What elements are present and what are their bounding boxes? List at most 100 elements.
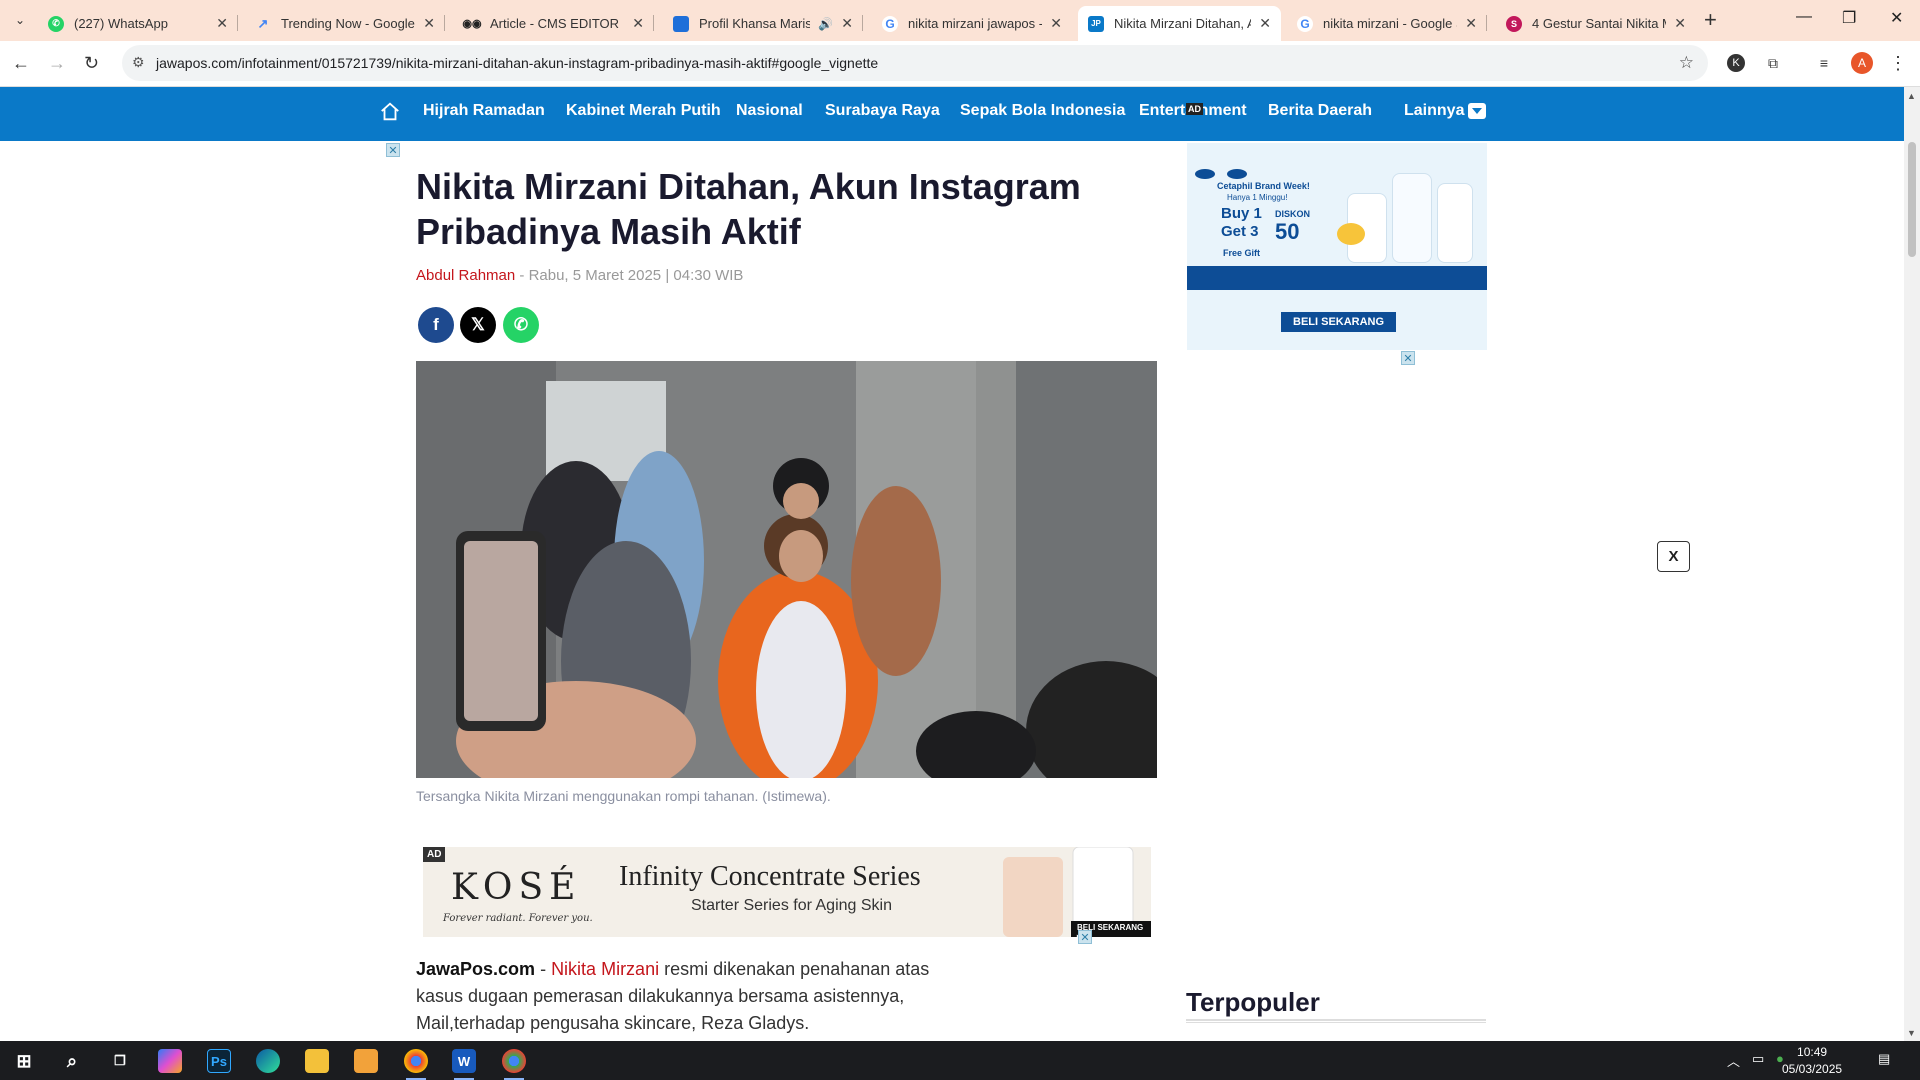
page-viewport: Hijrah Ramadan Kabinet Merah Putih Nasio…	[0, 87, 1904, 1041]
app-icon[interactable]	[354, 1049, 378, 1073]
close-tab-icon[interactable]: ✕	[841, 15, 853, 32]
nav-item-lainnya[interactable]: Lainnya	[1404, 102, 1464, 120]
nav-item-hijrah-ramadan[interactable]: Hijrah Ramadan	[423, 102, 545, 120]
article-title: Nikita Mirzani Ditahan, Akun Instagram P…	[416, 166, 1081, 252]
extension-k-icon[interactable]: K	[1727, 54, 1745, 72]
kebab-menu-icon[interactable]: ⋮	[1887, 52, 1909, 74]
nav-item-sepak-bola[interactable]: Sepak Bola Indonesia	[960, 102, 1125, 120]
jawapos-icon: JP	[1088, 15, 1104, 32]
tab-title: (227) WhatsApp	[74, 16, 168, 31]
tab-cms-editor[interactable]: ◉◉ Article - CMS EDITOR ✕	[454, 6, 654, 41]
ad-badges-bar	[1187, 266, 1487, 290]
scroll-down-icon[interactable]: ▼	[1907, 1028, 1916, 1038]
address-bar[interactable]: ⚙ jawapos.com/infotainment/015721739/nik…	[122, 45, 1708, 81]
speaker-icon[interactable]: 🔊	[818, 17, 833, 31]
url-text[interactable]: jawapos.com/infotainment/015721739/nikit…	[156, 55, 878, 71]
tab-separator	[653, 15, 654, 31]
extensions-puzzle-icon[interactable]: ⧉	[1762, 52, 1784, 74]
system-clock[interactable]: 10:49 05/03/2025	[1782, 1044, 1842, 1078]
ad-close-icon[interactable]: ✕	[1401, 351, 1415, 365]
chrome-profile-icon[interactable]	[502, 1049, 526, 1080]
tab-title: nikita mirzani jawapos - Google Search	[908, 16, 1042, 31]
edge-icon[interactable]	[256, 1049, 280, 1073]
kose-tagline: Forever radiant. Forever you.	[443, 913, 593, 924]
site-info-icon[interactable]: ⚙	[132, 54, 145, 71]
forward-icon[interactable]: →	[48, 53, 66, 73]
new-tab-button[interactable]: +	[1704, 9, 1717, 31]
network-icon[interactable]: ▭	[1752, 1051, 1764, 1067]
tray-chevron-icon[interactable]: ︿	[1727, 1051, 1740, 1070]
tab-gestur-santai[interactable]: S 4 Gestur Santai Nikita Mirzani ✕	[1496, 6, 1696, 41]
home-icon[interactable]	[379, 101, 401, 123]
tag-link-nikita-mirzani[interactable]: Nikita Mirzani	[551, 959, 659, 979]
floating-close-button[interactable]: X	[1657, 541, 1690, 572]
tab-google-search-2[interactable]: G nikita mirzani - Google Search ✕	[1287, 6, 1487, 41]
ad-headline: Infinity Concentrate Series	[619, 861, 921, 892]
ad-close-icon[interactable]: ✕	[386, 143, 400, 157]
tab-title: nikita mirzani - Google Search	[1323, 16, 1457, 31]
tab-profil-khansa[interactable]: Profil Khansa Mariska 🔊 ✕	[663, 6, 863, 41]
share-facebook-button[interactable]: f	[418, 307, 454, 343]
close-tab-icon[interactable]: ✕	[216, 15, 228, 32]
file-explorer-icon[interactable]	[305, 1049, 329, 1073]
close-tab-icon[interactable]: ✕	[632, 15, 644, 32]
close-tab-icon[interactable]: ✕	[423, 15, 435, 32]
media-control-icon[interactable]: ≡	[1813, 52, 1835, 74]
article-icon	[673, 15, 689, 32]
back-icon[interactable]: ←	[12, 53, 30, 73]
reload-icon[interactable]: ↻	[84, 53, 99, 73]
close-tab-icon[interactable]: ✕	[1050, 15, 1062, 32]
clock-time: 10:49	[1797, 1045, 1828, 1059]
tab-google-search-1[interactable]: G nikita mirzani jawapos - Google Search…	[872, 6, 1072, 41]
heading-divider	[1186, 1019, 1486, 1023]
tab-title: Nikita Mirzani Ditahan, Akun Instagram P…	[1114, 16, 1251, 31]
tab-google-trends[interactable]: ↗ Trending Now - Google Trends ✕	[245, 6, 445, 41]
close-tab-icon[interactable]: ✕	[1259, 15, 1271, 32]
tab-jawapos-active[interactable]: JP Nikita Mirzani Ditahan, Akun Instagra…	[1078, 6, 1281, 41]
tab-separator	[862, 15, 863, 31]
whatsapp-icon: ✆	[48, 15, 64, 32]
ad-badge: AD	[423, 847, 446, 862]
scrollbar-thumb[interactable]	[1908, 142, 1916, 257]
photoshop-icon[interactable]: Ps	[207, 1049, 231, 1073]
close-tab-icon[interactable]: ✕	[1465, 15, 1477, 32]
kose-logo: KOSÉ	[451, 867, 582, 908]
word-icon[interactable]: W	[452, 1049, 476, 1080]
nav-item-kabinet-merah-putih[interactable]: Kabinet Merah Putih	[566, 102, 721, 120]
close-tab-icon[interactable]: ✕	[1674, 15, 1686, 32]
cetaphil-ad-banner[interactable]: Cetaphil Brand Week! Hanya 1 Minggu! Buy…	[1187, 143, 1487, 350]
scroll-up-icon[interactable]: ▲	[1907, 91, 1916, 101]
nav-item-nasional[interactable]: Nasional	[736, 102, 803, 120]
bookmark-star-icon[interactable]: ☆	[1679, 53, 1694, 73]
notification-icon[interactable]: ▤	[1878, 1051, 1890, 1067]
cetaphil-logo	[1195, 169, 1215, 179]
nav-item-surabaya-raya[interactable]: Surabaya Raya	[825, 102, 940, 120]
kose-ad-banner[interactable]: AD KOSÉ Forever radiant. Forever you. In…	[423, 847, 1151, 937]
ad-buy-text: Buy 1	[1221, 205, 1262, 222]
nav-item-berita-daerah[interactable]: Berita Daerah	[1268, 102, 1372, 120]
close-window-icon[interactable]: ✕	[1890, 8, 1903, 28]
share-x-button[interactable]: 𝕏	[460, 307, 496, 343]
tab-search-icon[interactable]: ⌄	[8, 8, 32, 32]
site-navigation: Hijrah Ramadan Kabinet Merah Putih Nasio…	[0, 87, 1904, 141]
tab-whatsapp[interactable]: ✆ (227) WhatsApp ✕	[38, 6, 238, 41]
tab-title: Trending Now - Google Trends	[281, 16, 415, 31]
photo-illustration	[416, 361, 1157, 778]
minimize-icon[interactable]: —	[1796, 8, 1812, 26]
share-whatsapp-button[interactable]: ✆	[503, 307, 539, 343]
cetaphil-logo	[1227, 169, 1247, 179]
beli-sekarang-button[interactable]: BELI SEKARANG	[1281, 312, 1397, 332]
search-icon[interactable]: ⌕	[60, 1049, 84, 1073]
page-scrollbar[interactable]: ▲ ▼	[1904, 87, 1920, 1041]
task-view-icon[interactable]: ❐	[108, 1049, 132, 1073]
author-link[interactable]: Abdul Rahman	[416, 267, 515, 284]
copilot-icon[interactable]	[158, 1049, 182, 1073]
chrome-icon[interactable]	[404, 1049, 428, 1080]
clock-date: 05/03/2025	[1782, 1062, 1843, 1076]
restore-icon[interactable]: ❐	[1842, 8, 1856, 28]
profile-avatar[interactable]: A	[1851, 52, 1873, 74]
body-dash: -	[535, 959, 552, 979]
windows-start-icon[interactable]: ⊞	[12, 1049, 36, 1073]
dropdown-caret-icon[interactable]	[1468, 103, 1486, 119]
ad-close-icon[interactable]: ✕	[1078, 930, 1092, 944]
